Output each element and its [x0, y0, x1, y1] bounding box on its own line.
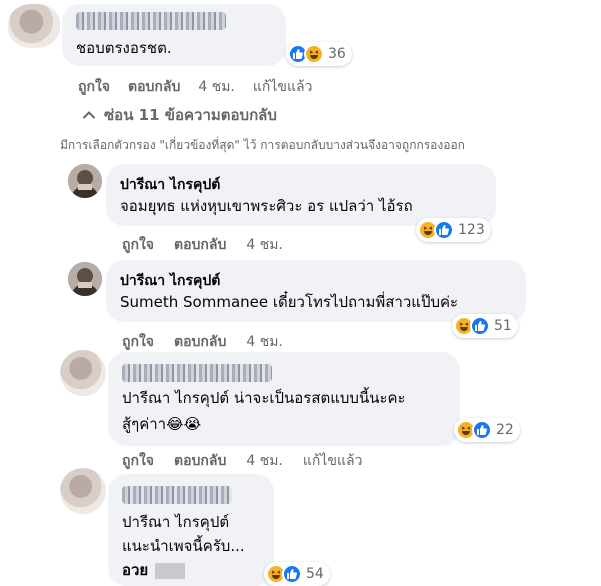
edited-label[interactable]: แก้ไขแล้ว: [303, 450, 363, 472]
reply-actions: ถูกใจ ตอบกลับ 4 ชม. แก้ไขแล้ว: [122, 450, 362, 472]
reaction-count: 54: [306, 566, 324, 582]
chevron-up-icon: [83, 111, 95, 119]
reply-bubble: ปารีณา ไกรคุปต์ น่าจะเป็นอรสตแบบนี้นะคะ …: [108, 352, 460, 446]
edited-label[interactable]: แก้ไขแล้ว: [253, 76, 313, 98]
comment-bubble: ชอบตรงอรชต.: [62, 4, 286, 66]
hide-replies-label: ซ่อน 11 ข้อความตอบกลับ: [104, 106, 277, 124]
like-icon: [434, 220, 454, 240]
reply-text-line-1: ปารีณา ไกรคุปต์ น่าจะเป็นอรสตแบบนี้นะคะ: [122, 389, 406, 407]
reply-text-line-1: ปารีณา ไกรคุปต์: [122, 513, 230, 531]
comment-actions: ถูกใจ ตอบกลับ 4 ชม. แก้ไขแล้ว: [78, 76, 312, 98]
reaction-count: 123: [458, 222, 485, 238]
redacted-block: [155, 562, 186, 579]
reply-avatar[interactable]: [68, 262, 102, 296]
reply-actions: ถูกใจ ตอบกลับ 4 ชม.: [122, 331, 283, 353]
reply-button[interactable]: ตอบกลับ: [174, 234, 226, 256]
reaction-count: 36: [328, 46, 346, 62]
timestamp[interactable]: 4 ชม.: [246, 234, 283, 256]
like-icon: [282, 564, 302, 584]
reply-text: จอมยุทธ แห่งหุบเขาพระศิวะ อร แปลว่า ไอ้ร…: [120, 197, 413, 215]
reply-reactions[interactable]: 123: [416, 218, 491, 242]
timestamp[interactable]: 4 ชม.: [198, 76, 235, 98]
comment-reactions[interactable]: 36: [286, 42, 352, 66]
reply-button[interactable]: ตอบกลับ: [128, 76, 180, 98]
hide-replies-button[interactable]: ซ่อน 11 ข้อความตอบกลับ: [82, 103, 277, 127]
reply-author-name-blurred[interactable]: [122, 486, 232, 504]
like-icon: [472, 420, 492, 440]
timestamp[interactable]: 4 ชม.: [246, 331, 283, 353]
reply-author-name[interactable]: ปารีณา ไกรคุปต์: [120, 174, 220, 196]
filter-note: มีการเลือกตัวกรอง "เกี่ยวข้องที่สุด" ไว้…: [60, 138, 465, 152]
reply-author-name[interactable]: ปารีณา ไกรคุปต์: [120, 270, 220, 292]
reply-reactions[interactable]: 54: [264, 562, 330, 586]
commenter-avatar-blurred[interactable]: [8, 4, 60, 48]
reply-bubble: ปารีณา ไกรคุปต์ จอมยุทธ แห่งหุบเขาพระศิว…: [106, 164, 496, 226]
like-button[interactable]: ถูกใจ: [122, 331, 154, 353]
reply-text: Sumeth Sommanee เดี๋ยวโทรไปถามพี่สาวแป๊บ…: [120, 293, 459, 311]
reply-avatar[interactable]: [68, 164, 102, 198]
reply-reactions[interactable]: 22: [454, 418, 520, 442]
reply-button[interactable]: ตอบกลับ: [174, 331, 226, 353]
reply-bubble: ปารีณา ไกรคุปต์ Sumeth Sommanee เดี๋ยวโท…: [106, 260, 526, 322]
reply-text-prefix: อวย: [122, 561, 149, 579]
reply-button[interactable]: ตอบกลับ: [174, 450, 226, 472]
reply-actions: ถูกใจ ตอบกลับ 4 ชม.: [122, 234, 283, 256]
timestamp[interactable]: 4 ชม.: [246, 450, 283, 472]
reply-reactions[interactable]: 51: [452, 314, 518, 338]
reply-text-line-2: แนะนำเพจนี้ครับ...: [122, 537, 245, 555]
reply-avatar-blurred[interactable]: [60, 468, 106, 514]
like-button[interactable]: ถูกใจ: [122, 450, 154, 472]
reply-text-line-2: สู้ๆค่าา😂😭: [122, 415, 202, 433]
reply-avatar-blurred[interactable]: [60, 350, 106, 396]
reaction-count: 51: [494, 318, 512, 334]
reply-bubble: ปารีณา ไกรคุปต์ แนะนำเพจนี้ครับ... อวย: [108, 474, 274, 586]
haha-icon: [304, 44, 324, 64]
like-button[interactable]: ถูกใจ: [122, 234, 154, 256]
commenter-name-blurred[interactable]: [76, 12, 226, 30]
reply-author-name-blurred[interactable]: [122, 364, 272, 382]
like-button[interactable]: ถูกใจ: [78, 76, 110, 98]
reaction-count: 22: [496, 422, 514, 438]
reply-text-line-3: อวย: [122, 560, 186, 580]
like-icon: [470, 316, 490, 336]
comment-text: ชอบตรงอรชต.: [76, 39, 172, 57]
